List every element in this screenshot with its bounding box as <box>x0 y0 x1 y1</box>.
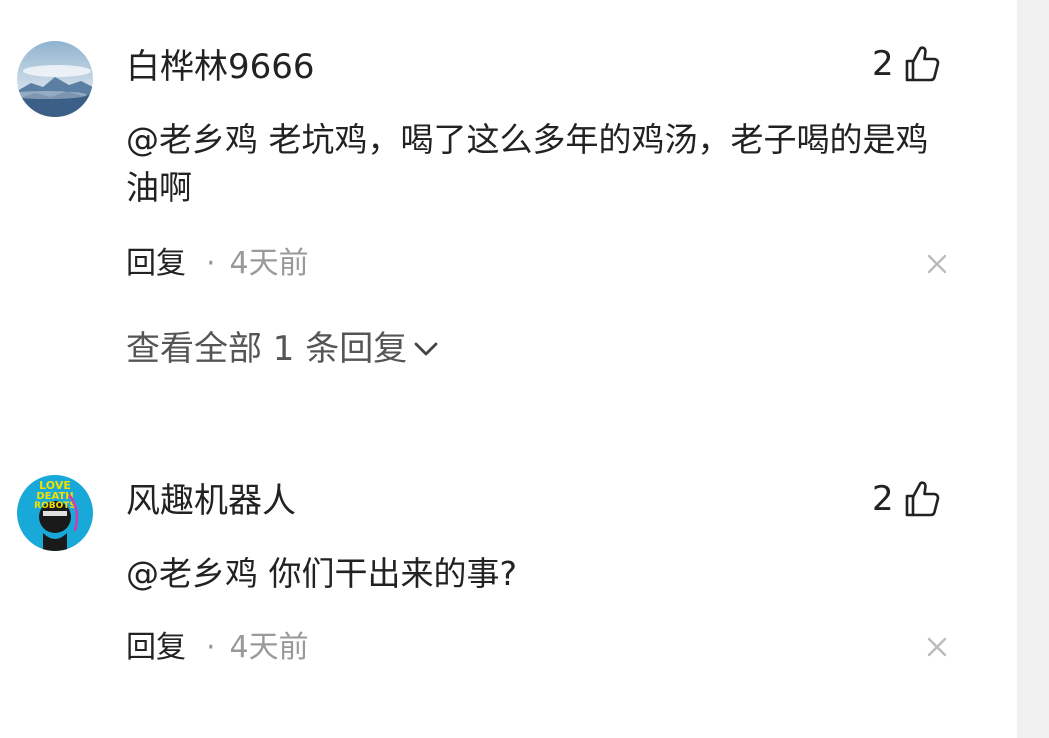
like-count: 2 <box>872 479 894 519</box>
comment-meta: 回复 · 4天前 <box>126 628 309 668</box>
avatar[interactable]: LOVE DEATH ROBOTS <box>17 475 93 551</box>
close-icon[interactable] <box>924 634 950 660</box>
timestamp: 4天前 <box>229 630 309 665</box>
avatar-poster-image: LOVE DEATH ROBOTS <box>17 475 93 551</box>
comment-list-page: 白桦林9666 2 @老乡鸡 老坑鸡，喝了这么多年的鸡汤，老子喝的是鸡油啊 回复… <box>0 0 1049 738</box>
comment-item: LOVE DEATH ROBOTS 风趣机器人 2 @老乡鸡 你们干出来的事? … <box>0 0 1000 738</box>
separator-dot: · <box>206 630 216 665</box>
reply-button[interactable]: 回复 <box>126 628 186 668</box>
username[interactable]: 风趣机器人 <box>126 479 296 523</box>
avatar-text-line: ROBOTS <box>34 501 76 511</box>
like-button[interactable]: 2 <box>872 477 940 521</box>
scrollbar-track[interactable] <box>1017 0 1049 738</box>
thumbs-up-icon <box>905 481 939 517</box>
comment-text: @老乡鸡 你们干出来的事? <box>126 554 518 593</box>
